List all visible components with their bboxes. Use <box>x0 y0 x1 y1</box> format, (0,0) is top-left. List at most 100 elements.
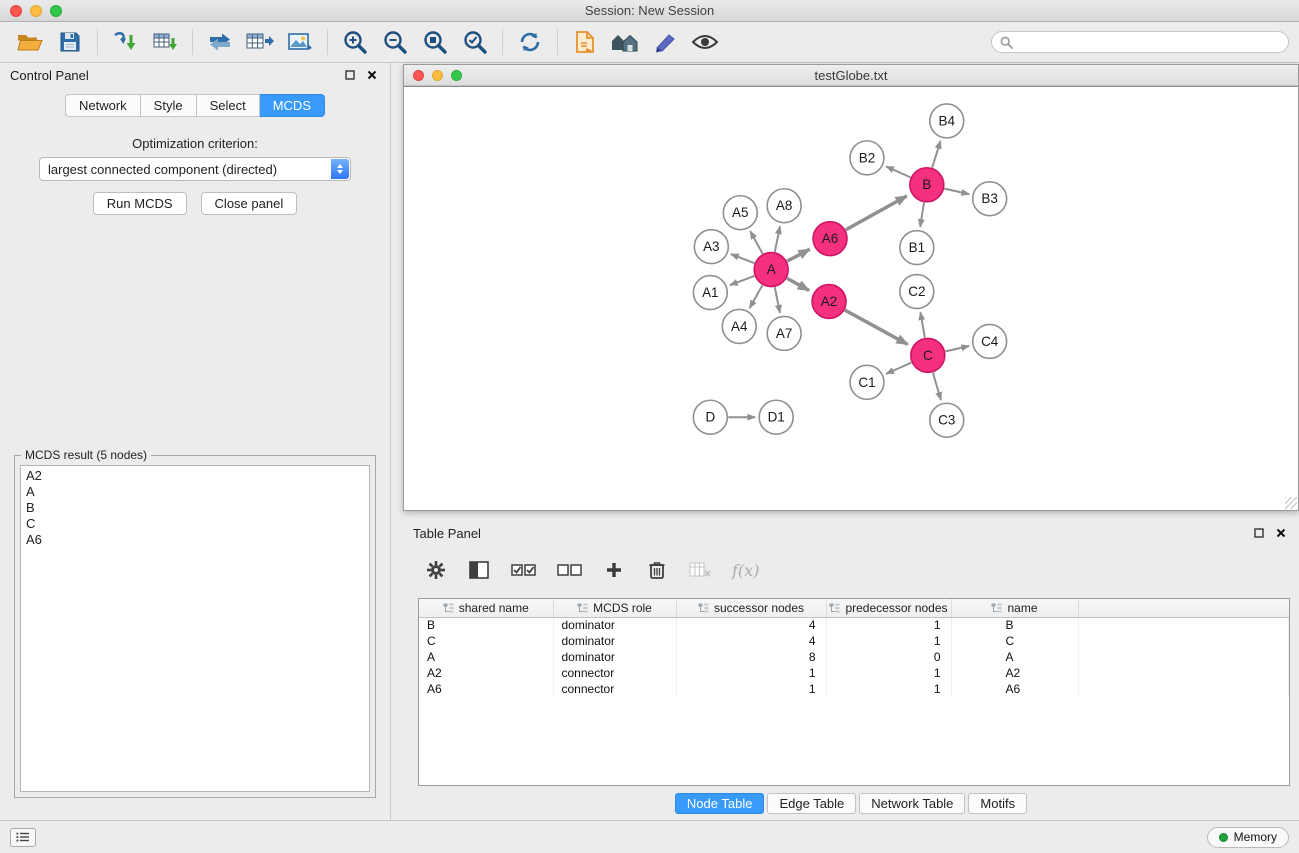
table-settings-button[interactable] <box>425 558 447 582</box>
cell[interactable]: A6 <box>951 681 1078 697</box>
criterion-select[interactable]: largest connected component (directed) <box>39 157 351 181</box>
cell[interactable]: 8 <box>676 649 826 665</box>
edge-A-A1[interactable] <box>730 276 755 285</box>
result-item[interactable]: A <box>26 484 364 500</box>
cell[interactable]: A2 <box>419 665 553 681</box>
select-columns-button[interactable] <box>468 558 490 582</box>
zoom-in-button[interactable] <box>335 26 375 58</box>
clone-network-button[interactable] <box>200 26 240 58</box>
cell[interactable]: 1 <box>826 633 951 649</box>
cell[interactable]: 1 <box>826 617 951 633</box>
cell[interactable]: 1 <box>676 665 826 681</box>
column-header-shared-name[interactable]: shared name <box>419 599 553 617</box>
open-recent-button[interactable] <box>565 26 605 58</box>
edge-A-A6[interactable] <box>787 249 810 261</box>
annotation-mode-button[interactable] <box>645 26 685 58</box>
cell[interactable]: 1 <box>826 681 951 697</box>
cell[interactable]: 4 <box>676 617 826 633</box>
task-history-button[interactable] <box>10 828 36 847</box>
cell[interactable]: 0 <box>826 649 951 665</box>
tab-node-table[interactable]: Node Table <box>675 793 765 814</box>
close-panel-action-button[interactable]: Close panel <box>201 192 298 215</box>
edge-B-B1[interactable] <box>920 203 924 227</box>
table-row[interactable]: Adominator80A <box>419 649 1289 665</box>
column-header-predecessor-nodes[interactable]: predecessor nodes <box>826 599 951 617</box>
network-zoom-button[interactable] <box>451 70 462 81</box>
show-hide-details-button[interactable] <box>685 26 725 58</box>
cell[interactable]: connector <box>553 681 676 697</box>
result-item[interactable]: A2 <box>26 468 364 484</box>
search-box[interactable] <box>991 31 1289 53</box>
show-all-networks-button[interactable] <box>605 26 645 58</box>
result-item[interactable]: A6 <box>26 532 364 548</box>
float-panel-button[interactable] <box>342 67 358 83</box>
table-row[interactable]: A6connector11A6 <box>419 681 1289 697</box>
column-header-name[interactable]: name <box>951 599 1078 617</box>
tab-motifs[interactable]: Motifs <box>968 793 1027 814</box>
cell[interactable]: A6 <box>419 681 553 697</box>
save-session-button[interactable] <box>50 26 90 58</box>
result-item[interactable]: C <box>26 516 364 532</box>
table-row[interactable]: A2connector11A2 <box>419 665 1289 681</box>
cell[interactable]: C <box>419 633 553 649</box>
cell[interactable]: connector <box>553 665 676 681</box>
run-mcds-button[interactable]: Run MCDS <box>93 192 187 215</box>
edge-A-A7[interactable] <box>775 287 780 313</box>
edge-C-C1[interactable] <box>886 363 911 374</box>
edge-A-A2[interactable] <box>787 278 809 290</box>
table-close-button[interactable] <box>1273 525 1289 541</box>
cell[interactable]: dominator <box>553 649 676 665</box>
edge-A-A8[interactable] <box>775 226 780 252</box>
tab-edge-table[interactable]: Edge Table <box>767 793 856 814</box>
search-input[interactable] <box>1018 35 1280 49</box>
cell[interactable]: A <box>951 649 1078 665</box>
network-minimize-button[interactable] <box>432 70 443 81</box>
edge-A2-C[interactable] <box>845 310 908 344</box>
table-float-button[interactable] <box>1251 525 1267 541</box>
minimize-window-button[interactable] <box>30 5 42 17</box>
cell[interactable]: 1 <box>676 681 826 697</box>
import-network-button[interactable] <box>105 26 145 58</box>
zoom-selected-button[interactable] <box>455 26 495 58</box>
delete-column-button[interactable] <box>646 558 668 582</box>
table-row[interactable]: Bdominator41B <box>419 617 1289 633</box>
cell[interactable]: dominator <box>553 633 676 649</box>
edge-C-C2[interactable] <box>920 312 924 338</box>
apply-layout-button[interactable] <box>510 26 550 58</box>
table-row[interactable]: Cdominator41C <box>419 633 1289 649</box>
network-close-button[interactable] <box>413 70 424 81</box>
tab-style[interactable]: Style <box>141 94 197 117</box>
zoom-fit-button[interactable] <box>415 26 455 58</box>
cell[interactable]: C <box>951 633 1078 649</box>
node-table[interactable]: shared nameMCDS rolesuccessor nodesprede… <box>418 598 1290 786</box>
zoom-out-button[interactable] <box>375 26 415 58</box>
memory-button[interactable]: Memory <box>1207 827 1289 848</box>
cell[interactable]: 1 <box>826 665 951 681</box>
cell[interactable]: A2 <box>951 665 1078 681</box>
tab-select[interactable]: Select <box>197 94 260 117</box>
edge-A-A3[interactable] <box>731 254 755 263</box>
close-panel-button[interactable] <box>364 67 380 83</box>
export-table-button[interactable] <box>240 26 280 58</box>
edge-A-A5[interactable] <box>750 231 762 254</box>
mcds-result-list[interactable]: A2ABCA6 <box>20 465 370 792</box>
edge-B-B3[interactable] <box>944 189 969 194</box>
resize-grip[interactable] <box>1285 497 1297 509</box>
add-column-button[interactable] <box>603 558 625 582</box>
close-window-button[interactable] <box>10 5 22 17</box>
cell[interactable]: A <box>419 649 553 665</box>
cell[interactable]: dominator <box>553 617 676 633</box>
column-header-successor-nodes[interactable]: successor nodes <box>676 599 826 617</box>
edge-C-C3[interactable] <box>933 373 941 400</box>
cell[interactable]: 4 <box>676 633 826 649</box>
cell[interactable]: B <box>419 617 553 633</box>
deselect-all-button[interactable] <box>557 558 582 582</box>
open-file-button[interactable] <box>10 26 50 58</box>
tab-network[interactable]: Network <box>65 94 141 117</box>
edge-A-A4[interactable] <box>750 285 763 308</box>
result-item[interactable]: B <box>26 500 364 516</box>
import-table-button[interactable] <box>145 26 185 58</box>
select-all-button[interactable] <box>511 558 536 582</box>
tab-network-table[interactable]: Network Table <box>859 793 965 814</box>
edge-B-B4[interactable] <box>932 141 940 168</box>
